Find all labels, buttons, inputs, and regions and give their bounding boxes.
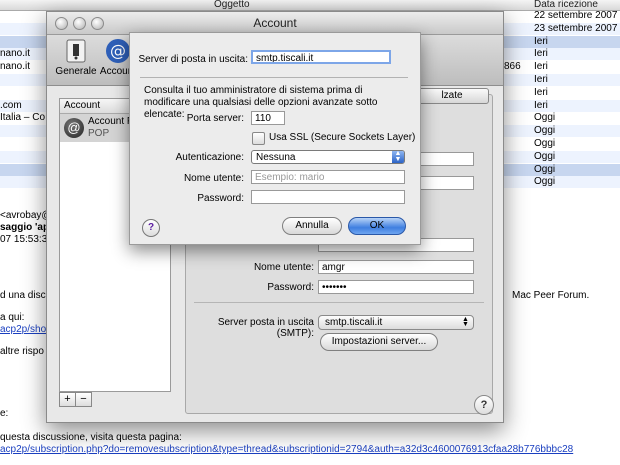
add-account-button[interactable]: + (59, 392, 76, 407)
cancel-button[interactable]: Annulla (282, 217, 342, 235)
password-field[interactable]: ••••••• (318, 280, 474, 294)
server-settings-button[interactable]: Impostazioni server... (320, 333, 438, 351)
password-field[interactable] (251, 190, 405, 204)
table-cell: Ieri (534, 99, 548, 111)
password-label: Password: (197, 193, 244, 204)
remove-account-button[interactable]: − (75, 392, 92, 407)
divider (194, 302, 484, 303)
help-button[interactable]: ? (474, 395, 494, 415)
table-cell: Ieri (534, 61, 548, 73)
table-cell: Oggi (534, 150, 556, 162)
svg-text:@: @ (110, 41, 126, 60)
preview-line: Mac Peer Forum. (512, 290, 590, 301)
add-remove-controls: + − (59, 392, 92, 407)
table-cell: Ieri (534, 74, 548, 85)
smtp-label: Server posta in uscita (SMTP): (217, 317, 314, 339)
help-button[interactable]: ? (142, 219, 160, 237)
port-field[interactable]: 110 (251, 111, 285, 125)
smtp-server-popup[interactable]: smtp.tiscali.it ▲ ▼ (318, 315, 474, 330)
column-subject[interactable]: Oggetto (214, 0, 250, 10)
preview-line: e: (0, 408, 9, 419)
preview-line: d una discu (0, 290, 52, 301)
table-cell: Ieri (534, 86, 548, 98)
server-field[interactable]: smtp.tiscali.it (251, 50, 391, 64)
ssl-label: Usa SSL (Secure Sockets Layer) (269, 132, 416, 143)
column-date[interactable]: Data ricezione (534, 0, 598, 10)
table-cell: Oggi (534, 138, 556, 149)
preview-from: <avrobay@ (0, 210, 52, 221)
username-field[interactable]: Esempio: mario (251, 170, 405, 184)
username-field[interactable]: amgr (318, 260, 474, 274)
auth-label: Autenticazione: (175, 152, 244, 163)
table-cell: Oggi (534, 112, 556, 124)
popup-arrows-icon: ▲ ▼ (462, 316, 469, 328)
table-cell: 866 (504, 61, 521, 73)
table-cell: Italia – Co (0, 112, 46, 124)
server-label: Server di posta in uscita: (138, 54, 249, 65)
auth-popup[interactable]: Nessuna ▲ ▼ (251, 150, 405, 164)
ssl-checkbox[interactable] (252, 132, 265, 145)
smtp-settings-sheet: Server di posta in uscita: smtp.tiscali.… (129, 32, 421, 245)
toolbar-general-label: Generale (55, 66, 97, 77)
password-label: Password: (267, 282, 314, 293)
auth-value: Nessuna (256, 152, 296, 163)
preview-line: a qui: (0, 312, 25, 323)
window-title: Account (253, 16, 297, 30)
table-cell: .com (0, 99, 22, 111)
account-type: POP (88, 128, 110, 139)
table-cell: Ieri (534, 35, 548, 47)
table-cell: nano.it (0, 48, 31, 60)
preview-date: 07 15:53:32 (0, 234, 53, 245)
table-cell: Oggi (534, 125, 556, 137)
table-cell: nano.it (0, 61, 31, 73)
preview-line: altre rispo (0, 346, 44, 357)
preview-link[interactable]: acp2p/subscription.php?do=removesubscrip… (0, 444, 573, 455)
preview-line: questa discussione, visita questa pagina… (0, 432, 182, 443)
tab-advanced[interactable]: lzate (415, 88, 489, 104)
ok-button[interactable]: OK (348, 217, 406, 235)
username-label: Nome utente: (253, 262, 314, 273)
table-cell: 23 settembre 2007 (534, 22, 618, 34)
popup-arrows-icon: ▲ ▼ (392, 150, 404, 163)
table-cell: Oggi (534, 163, 556, 175)
smtp-server-value: smtp.tiscali.it (325, 317, 383, 328)
at-sign-icon: @ (105, 38, 131, 64)
switch-icon (63, 38, 89, 64)
divider (140, 77, 408, 78)
account-icon: @ (64, 118, 84, 138)
table-cell: Ieri (534, 48, 548, 60)
table-cell: Oggi (534, 176, 556, 188)
username-label: Nome utente: (183, 173, 244, 184)
table-cell: 22 settembre 2007 (534, 10, 618, 21)
port-label: Porta server: (186, 113, 244, 124)
